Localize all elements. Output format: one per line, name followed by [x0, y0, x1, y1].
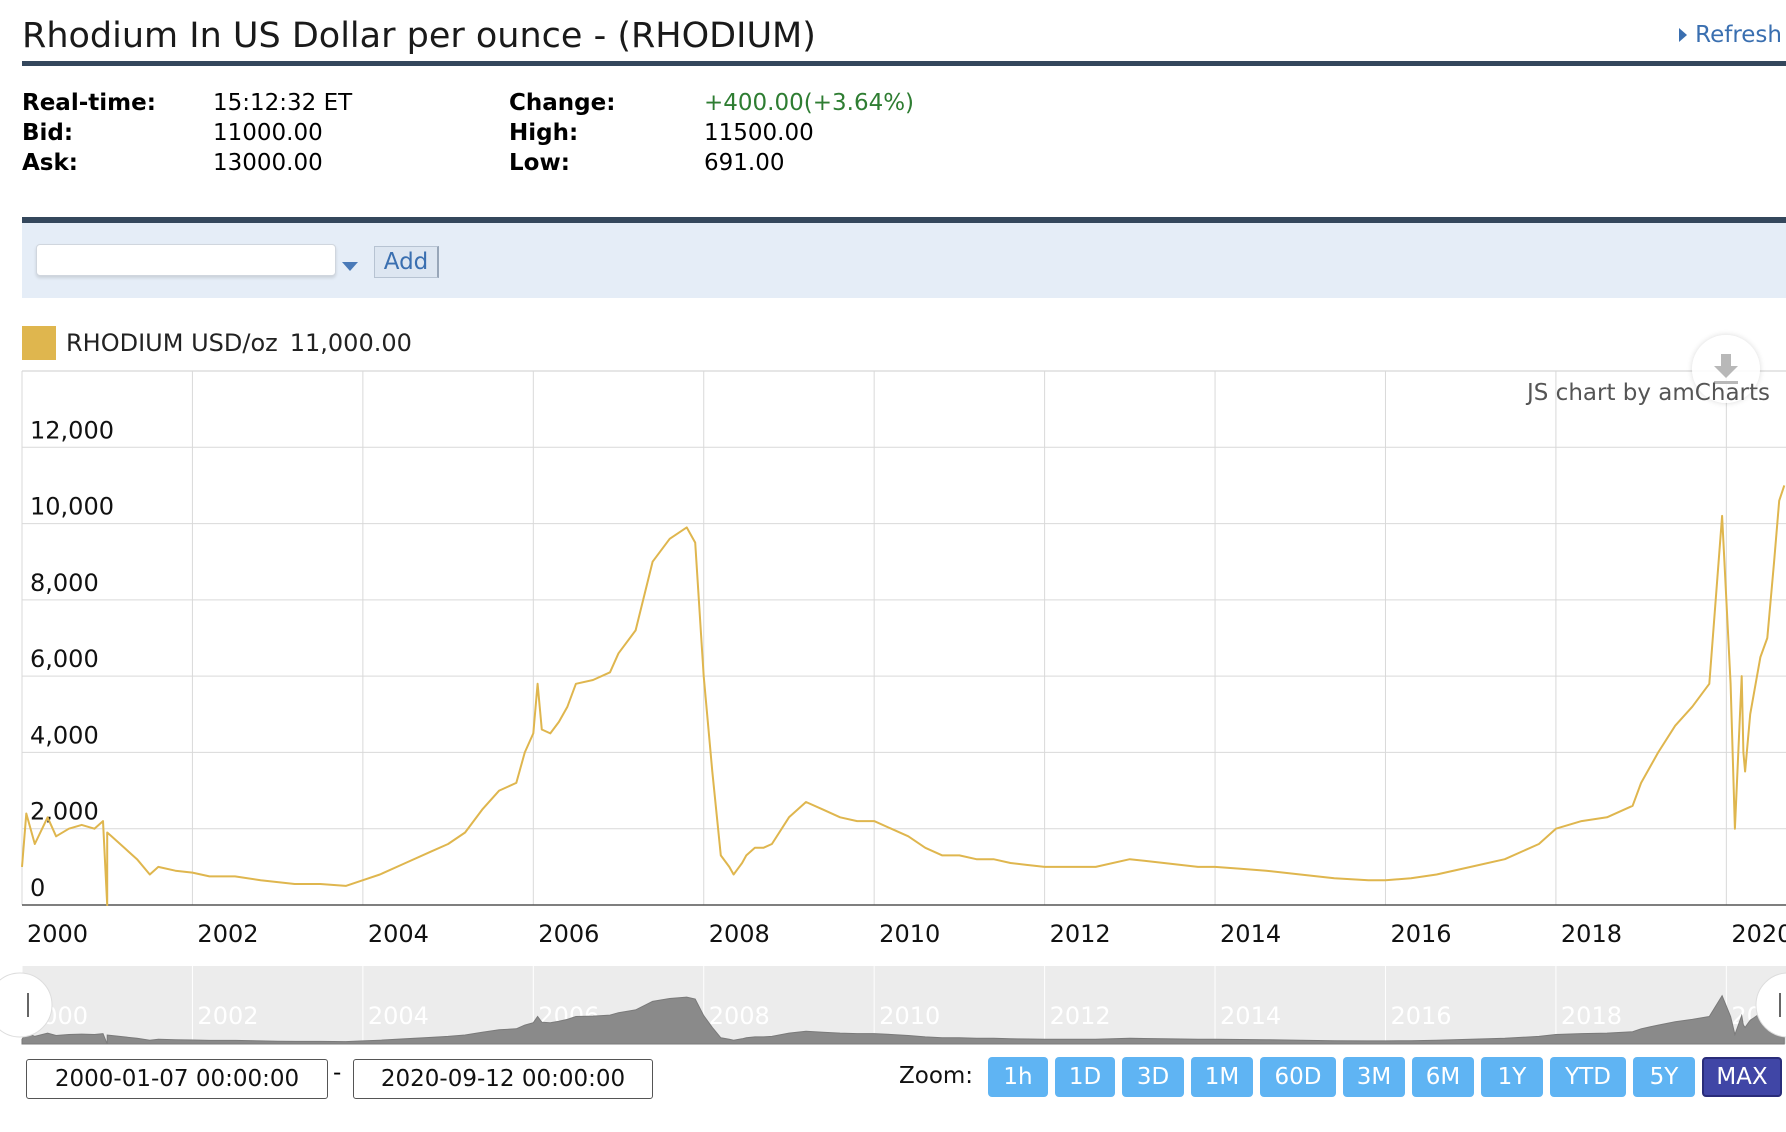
range-start-input[interactable]: 2000-01-07 00:00:00	[26, 1059, 328, 1099]
x-tick-label: 2004	[368, 920, 429, 948]
chart-credit: JS chart by amCharts	[1526, 380, 1770, 406]
zoom-max-button[interactable]: MAX	[1702, 1057, 1782, 1097]
zoom-label: Zoom:	[899, 1063, 974, 1089]
navigator-tick-label: 2004	[368, 1002, 429, 1030]
y-tick-label: 0	[30, 874, 45, 902]
x-tick-label: 2018	[1561, 920, 1622, 948]
zoom-1y-button[interactable]: 1Y	[1481, 1057, 1543, 1097]
navigator-tick-label: 2008	[709, 1002, 770, 1030]
navigator-tick-label: 2012	[1050, 1002, 1111, 1030]
zoom-6m-button[interactable]: 6M	[1412, 1057, 1474, 1097]
navigator-tick-label: 2016	[1390, 1002, 1451, 1030]
zoom-3d-button[interactable]: 3D	[1122, 1057, 1184, 1097]
x-tick-label: 2000	[27, 920, 88, 948]
y-tick-label: 6,000	[30, 645, 99, 673]
x-tick-label: 2006	[538, 920, 599, 948]
navigator-tick-label: 2014	[1220, 1002, 1281, 1030]
zoom-5y-button[interactable]: 5Y	[1633, 1057, 1695, 1097]
x-tick-label: 2012	[1050, 920, 1111, 948]
zoom-ytd-button[interactable]: YTD	[1550, 1057, 1626, 1097]
x-tick-label: 2020	[1731, 920, 1786, 948]
zoom-60d-button[interactable]: 60D	[1260, 1057, 1336, 1097]
navigator-tick-label: 2010	[879, 1002, 940, 1030]
price-chart[interactable]: 0 2,000 4,000 6,000 8,000 10,000 12,000 2000 200…	[0, 0, 1786, 1132]
y-tick-label: 12,000	[30, 416, 114, 444]
y-tick-label: 2,000	[30, 798, 99, 826]
price-series-line	[21, 485, 1786, 906]
x-tick-label: 2010	[879, 920, 940, 948]
x-tick-label: 2016	[1390, 920, 1451, 948]
x-tick-label: 2002	[197, 920, 258, 948]
zoom-1h-button[interactable]: 1h	[988, 1057, 1048, 1097]
zoom-1m-button[interactable]: 1M	[1191, 1057, 1253, 1097]
navigator-tick-label: 2018	[1561, 1002, 1622, 1030]
x-tick-label: 2014	[1220, 920, 1281, 948]
y-tick-label: 10,000	[30, 493, 114, 521]
navigator-tick-label: 2002	[197, 1002, 258, 1030]
y-tick-label: 4,000	[30, 721, 99, 749]
x-tick-label: 2008	[709, 920, 770, 948]
range-end-input[interactable]: 2020-09-12 00:00:00	[353, 1059, 653, 1099]
zoom-1d-button[interactable]: 1D	[1055, 1057, 1115, 1097]
range-separator: -	[333, 1060, 342, 1086]
y-tick-label: 8,000	[30, 569, 99, 597]
zoom-3m-button[interactable]: 3M	[1343, 1057, 1405, 1097]
